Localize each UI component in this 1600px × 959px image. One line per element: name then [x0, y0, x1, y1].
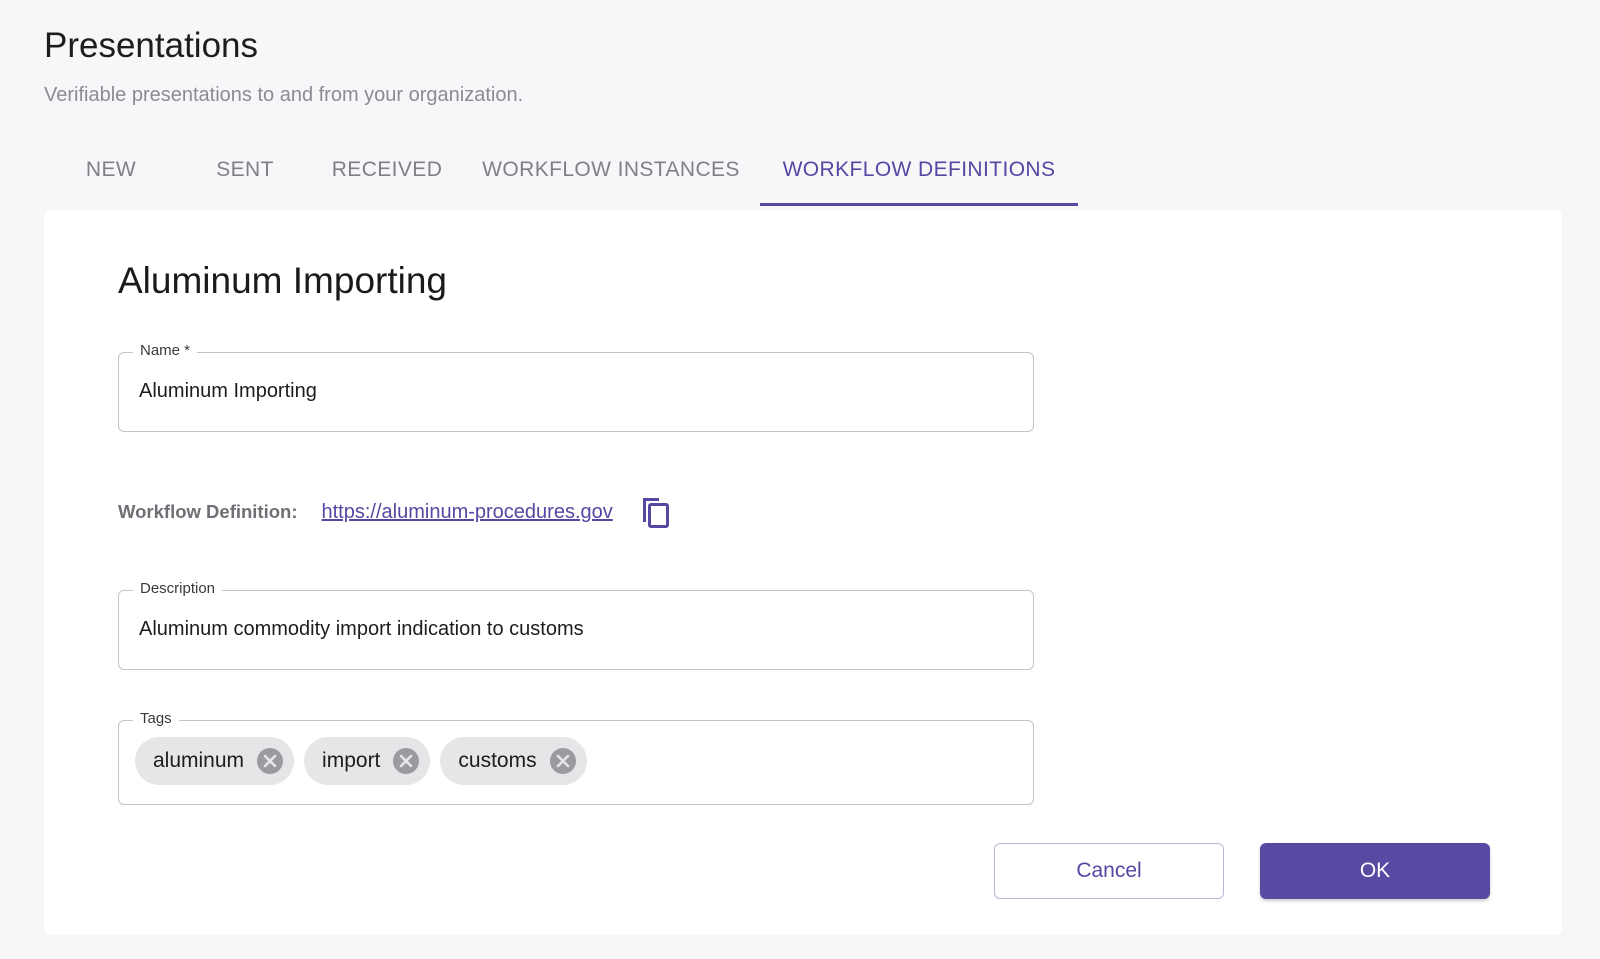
tab-received[interactable]: RECEIVED [312, 140, 462, 206]
close-circle-icon[interactable] [256, 747, 284, 775]
tag-chip[interactable]: customs [440, 737, 587, 785]
workflow-definition-card: Aluminum Importing Name * Aluminum Impor… [44, 210, 1562, 935]
tab-workflow-instances[interactable]: WORKFLOW INSTANCES [462, 140, 760, 206]
ok-button[interactable]: OK [1260, 843, 1490, 899]
tag-chip[interactable]: import [304, 737, 431, 785]
tab-new[interactable]: NEW [44, 140, 178, 206]
page-subtitle: Verifiable presentations to and from you… [44, 84, 524, 106]
name-field-label: Name * [133, 341, 198, 361]
card-title: Aluminum Importing [118, 260, 448, 301]
workflow-definition-row: Workflow Definition: https://aluminum-pr… [118, 490, 671, 534]
tab-bar: NEW SENT RECEIVED WORKFLOW INSTANCES WOR… [44, 140, 1078, 206]
workflow-definition-label: Workflow Definition: [118, 501, 298, 522]
tag-chip-label: import [322, 749, 381, 772]
page-title: Presentations [44, 26, 259, 65]
tag-chip[interactable]: aluminum [135, 737, 295, 785]
close-circle-icon[interactable] [549, 747, 577, 775]
close-circle-icon[interactable] [392, 747, 420, 775]
tag-chip-list: aluminum import customs [135, 737, 587, 785]
tab-sent[interactable]: SENT [178, 140, 312, 206]
workflow-definition-link[interactable]: https://aluminum-procedures.gov [322, 501, 613, 524]
tag-chip-label: aluminum [153, 749, 245, 772]
tab-workflow-definitions[interactable]: WORKFLOW DEFINITIONS [760, 140, 1078, 206]
name-field-value[interactable]: Aluminum Importing [139, 378, 317, 404]
description-field-value[interactable]: Aluminum commodity import indication to … [139, 616, 584, 642]
copy-icon[interactable] [639, 494, 671, 530]
tag-chip-label: customs [458, 749, 537, 772]
tags-field[interactable]: Tags aluminum import customs [118, 709, 1034, 805]
description-field[interactable]: Description Aluminum commodity import in… [118, 579, 1034, 670]
tags-field-label: Tags [133, 709, 179, 729]
name-field[interactable]: Name * Aluminum Importing [118, 341, 1034, 432]
description-field-label: Description [133, 579, 223, 599]
cancel-button[interactable]: Cancel [994, 843, 1224, 899]
page: Presentations Verifiable presentations t… [0, 0, 1600, 959]
